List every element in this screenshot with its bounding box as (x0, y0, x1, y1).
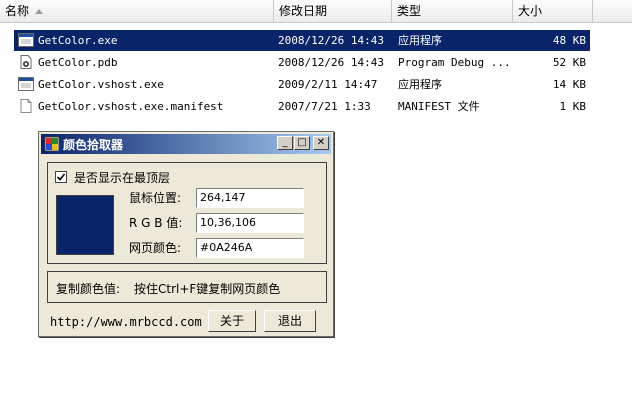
file-name: GetColor.pdb (38, 56, 118, 69)
close-button[interactable]: ✕ (313, 136, 329, 150)
minimize-button[interactable]: _ (277, 136, 293, 150)
column-type-label: 类型 (397, 4, 422, 18)
file-row[interactable]: GetColor.exe 2008/12/26 14:43 应用程序 48 KB (14, 30, 590, 51)
column-modified-label: 修改日期 (279, 4, 328, 18)
file-modified: 2008/12/26 14:43 (278, 34, 384, 47)
maximize-button[interactable]: □ (294, 136, 310, 150)
file-modified: 2007/7/21 1:33 (278, 100, 371, 113)
column-name-label: 名称 (5, 4, 30, 18)
file-modified: 2008/12/26 14:43 (278, 56, 384, 69)
file-size: 48 KB (552, 34, 586, 47)
file-type: 应用程序 (398, 34, 442, 47)
file-row[interactable]: GetColor.pdb 2008/12/26 14:43 Program De… (14, 52, 590, 73)
website-link[interactable]: http://www.mrbccd.com (50, 315, 202, 329)
copy-hint-group: 复制颜色值: 按住Ctrl+F键复制网页颜色 (47, 271, 327, 303)
exe-icon (18, 33, 34, 47)
file-row[interactable]: GetColor.vshost.exe.manifest 2007/7/21 1… (14, 96, 590, 117)
file-type: 应用程序 (398, 78, 442, 91)
column-header-name[interactable]: 名称 (0, 0, 274, 22)
exit-button[interactable]: 退出 (264, 310, 316, 332)
rgb-label: R G B 值: (129, 216, 183, 230)
file-type: Program Debug ... (398, 56, 511, 69)
checkmark-icon (57, 173, 65, 181)
topmost-label: 是否显示在最顶层 (74, 171, 171, 185)
topmost-checkbox[interactable] (55, 171, 67, 183)
file-name: GetColor.vshost.exe.manifest (38, 100, 224, 113)
mouse-position-label: 鼠标位置: (129, 191, 182, 205)
rgb-field[interactable]: 10,36,106 (196, 213, 304, 233)
dialog-title-bar[interactable]: 颜色拾取器 _ □ ✕ (41, 134, 331, 154)
file-list-header: 名称 修改日期 类型 大小 (0, 0, 632, 23)
file-name: GetColor.exe (38, 34, 118, 47)
web-color-label: 网页颜色: (129, 241, 182, 255)
copy-color-hint: 按住Ctrl+F键复制网页颜色 (134, 282, 281, 296)
color-info-group: 是否显示在最顶层 鼠标位置: 264,147 R G B 值: 10,36,10… (47, 162, 327, 264)
color-swatch (56, 195, 114, 255)
file-row[interactable]: GetColor.vshost.exe 2009/2/11 14:47 应用程序… (14, 74, 590, 95)
file-modified: 2009/2/11 14:47 (278, 78, 378, 91)
web-color-field[interactable]: #0A246A (196, 238, 304, 258)
sort-ascending-icon (35, 9, 44, 14)
file-icon (20, 99, 32, 113)
column-header-type[interactable]: 类型 (392, 0, 513, 22)
file-size: 52 KB (552, 56, 586, 69)
color-swatch-fill (57, 196, 113, 254)
mouse-position-field[interactable]: 264,147 (196, 188, 304, 208)
about-button[interactable]: 关于 (208, 310, 256, 332)
column-size-label: 大小 (518, 4, 543, 18)
file-name: GetColor.vshost.exe (38, 78, 164, 91)
exe-icon (18, 77, 34, 91)
copy-color-label: 复制颜色值: (56, 282, 121, 296)
column-header-modified[interactable]: 修改日期 (274, 0, 392, 22)
file-size: 14 KB (552, 78, 586, 91)
file-type: MANIFEST 文件 (398, 100, 480, 113)
dialog-title: 颜色拾取器 (63, 138, 124, 152)
column-header-size[interactable]: 大小 (513, 0, 593, 22)
pdb-icon (20, 55, 32, 69)
file-size: 1 KB (559, 100, 587, 113)
app-icon (44, 136, 60, 152)
color-picker-dialog: 颜色拾取器 _ □ ✕ 是否显示在最顶层 鼠标位置: 264,147 R G B… (38, 131, 334, 337)
